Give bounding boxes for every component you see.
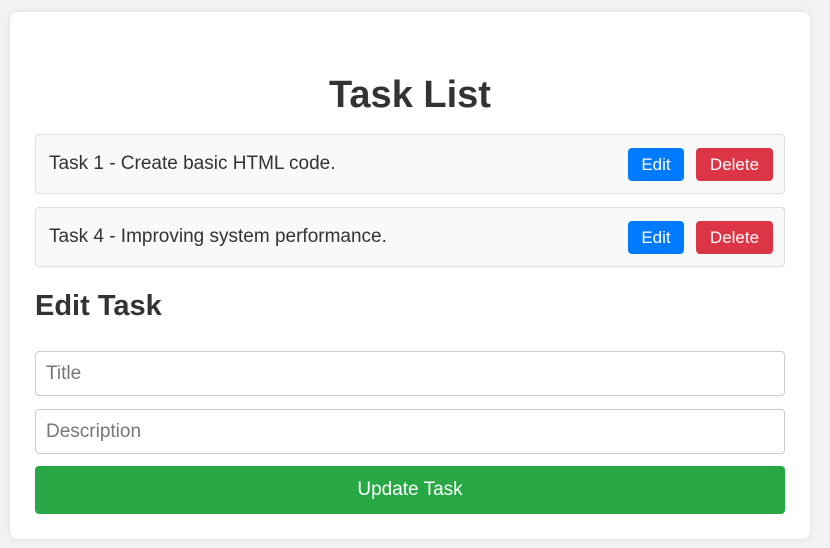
task-item: Task 4 - Improving system performance. E…: [35, 207, 785, 267]
task-text: Task 1 - Create basic HTML code.: [49, 153, 336, 174]
task-item: Task 1 - Create basic HTML code. Edit De…: [35, 134, 785, 194]
edit-task-heading: Edit Task: [35, 290, 162, 322]
edit-task-button[interactable]: Edit: [628, 148, 684, 181]
update-task-button[interactable]: Update Task: [35, 466, 785, 514]
task-text: Task 4 - Improving system performance.: [49, 226, 387, 247]
delete-task-button[interactable]: Delete: [696, 148, 773, 181]
page-title: Task List: [329, 74, 491, 116]
task-card: Task List Task 1 - Create basic HTML cod…: [10, 12, 810, 539]
description-input[interactable]: [35, 409, 785, 454]
edit-task-button[interactable]: Edit: [628, 221, 684, 254]
delete-task-button[interactable]: Delete: [696, 221, 773, 254]
title-input[interactable]: [35, 351, 785, 396]
